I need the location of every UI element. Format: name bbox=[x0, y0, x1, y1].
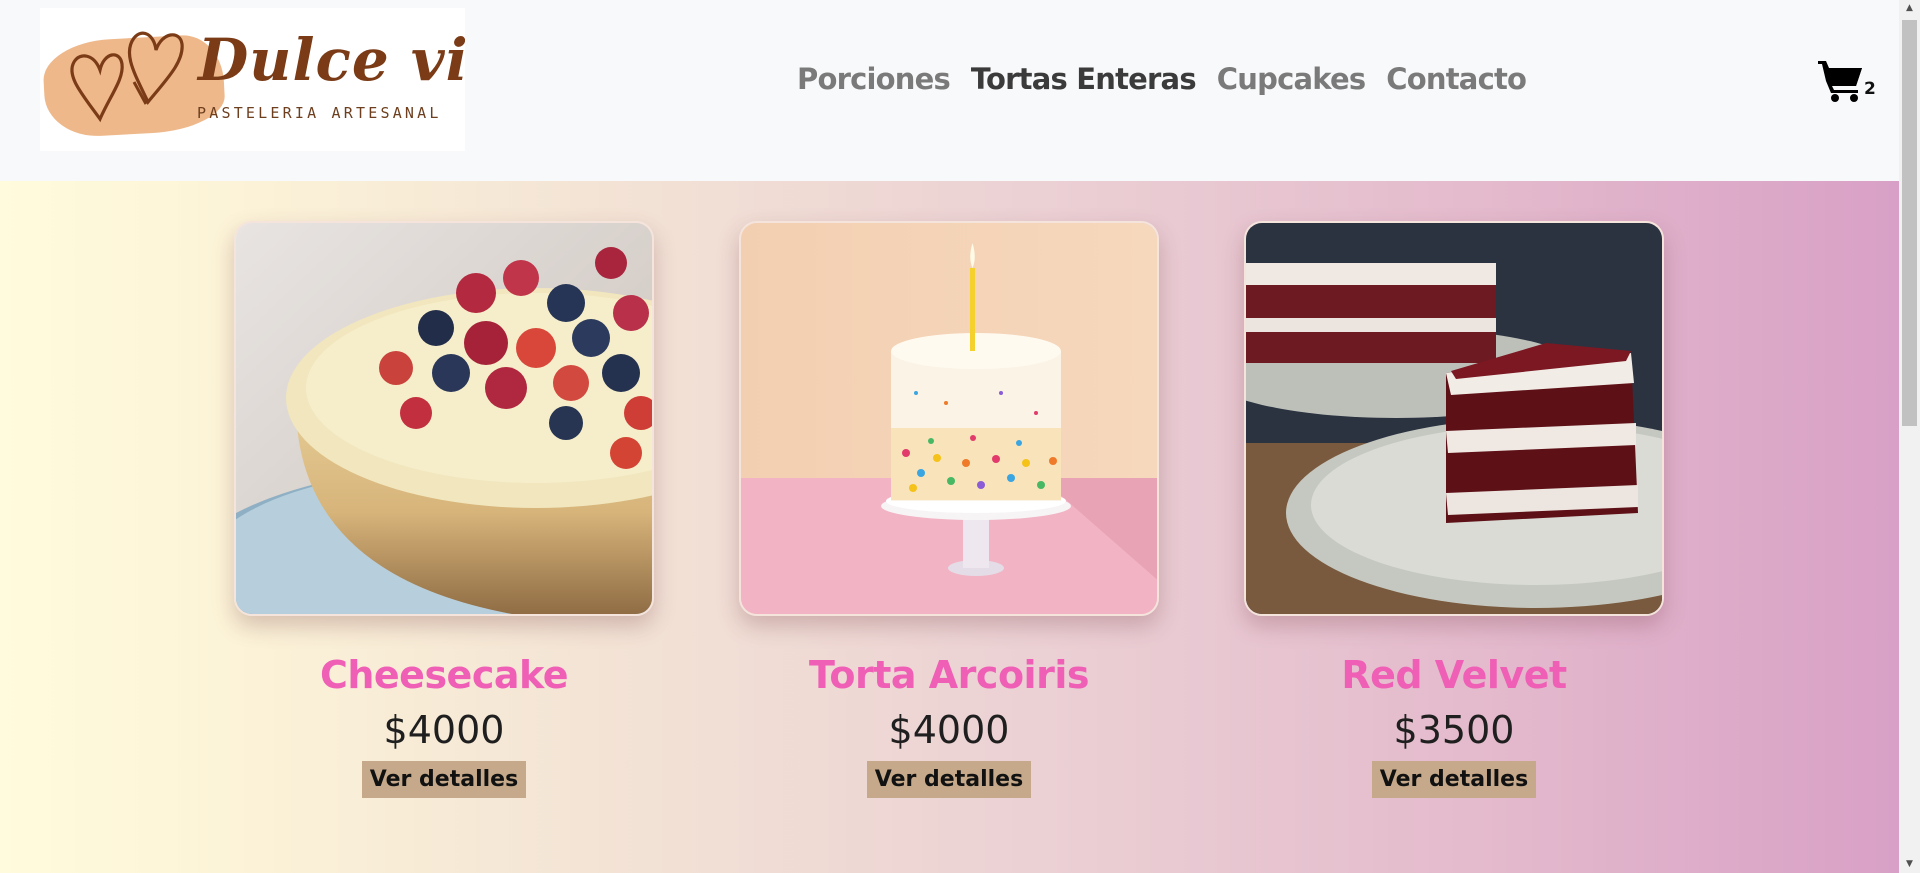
brand-name: Dulce vida bbox=[198, 26, 465, 94]
ver-detalles-button[interactable]: Ver detalles bbox=[361, 761, 527, 798]
product-price: $4000 bbox=[383, 708, 505, 752]
product-name: Red Velvet bbox=[1341, 653, 1567, 697]
scrollbar-thumb[interactable] bbox=[1902, 20, 1917, 426]
scroll-down-arrow-icon[interactable]: ▼ bbox=[1899, 856, 1920, 873]
scroll-up-arrow-icon[interactable]: ▲ bbox=[1899, 0, 1920, 17]
product-image-cheesecake[interactable] bbox=[234, 221, 654, 616]
heart-icon bbox=[70, 31, 184, 123]
vertical-scrollbar[interactable]: ▲ ▼ bbox=[1899, 0, 1920, 873]
ver-detalles-button[interactable]: Ver detalles bbox=[866, 761, 1032, 798]
product-price: $4000 bbox=[888, 708, 1010, 752]
shopping-cart-icon bbox=[1818, 61, 1862, 102]
product-card: Torta Arcoiris $4000 Ver detalles bbox=[739, 221, 1159, 798]
cart-button[interactable]: 2 bbox=[1818, 58, 1878, 108]
product-card: Red Velvet $3500 Ver detalles bbox=[1244, 221, 1664, 798]
cheesecake-image bbox=[236, 223, 652, 614]
site-header: Dulce vida PASTELERIA ARTESANAL Porcione… bbox=[0, 0, 1899, 181]
rainbow-cake-image bbox=[741, 223, 1157, 614]
nav-item-porciones[interactable]: Porciones bbox=[797, 62, 951, 96]
product-image-torta-arcoiris[interactable] bbox=[739, 221, 1159, 616]
brand-tagline: PASTELERIA ARTESANAL bbox=[197, 104, 442, 122]
product-name: Torta Arcoiris bbox=[809, 653, 1089, 697]
products-section: Cheesecake $4000 Ver detalles Torta Arco… bbox=[0, 181, 1899, 873]
red-velvet-image bbox=[1246, 223, 1662, 614]
main-nav: Porciones Tortas Enteras Cupcakes Contac… bbox=[797, 62, 1527, 96]
nav-item-cupcakes[interactable]: Cupcakes bbox=[1217, 62, 1366, 96]
product-name: Cheesecake bbox=[319, 653, 569, 697]
brand-logo[interactable]: Dulce vida PASTELERIA ARTESANAL bbox=[40, 8, 465, 151]
cart-count-badge: 2 bbox=[1864, 79, 1876, 99]
nav-item-tortas-enteras[interactable]: Tortas Enteras bbox=[971, 62, 1197, 96]
product-image-red-velvet[interactable] bbox=[1244, 221, 1664, 616]
product-card: Cheesecake $4000 Ver detalles bbox=[234, 221, 654, 798]
product-price: $3500 bbox=[1393, 708, 1515, 752]
nav-item-contacto[interactable]: Contacto bbox=[1386, 62, 1527, 96]
ver-detalles-button[interactable]: Ver detalles bbox=[1371, 761, 1537, 798]
page: Dulce vida PASTELERIA ARTESANAL Porcione… bbox=[0, 0, 1920, 873]
